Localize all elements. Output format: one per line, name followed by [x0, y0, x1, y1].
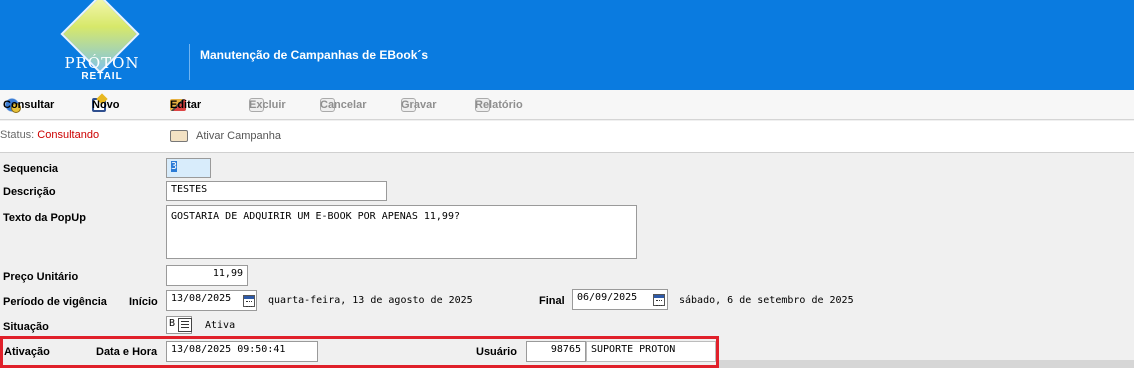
gravar-button[interactable]: Gravar [401, 96, 436, 114]
novo-label: Novo [92, 99, 120, 111]
texto-popup-textarea[interactable]: GOSTARIA DE ADQUIRIR UM E-BOOK POR APENA… [166, 205, 637, 259]
consultar-button[interactable]: Consultar [3, 96, 54, 114]
situacao-description: Ativa [205, 320, 236, 331]
toolbar: Consultar Novo Editar Excluir Cancelar G… [0, 90, 1134, 120]
consultar-label: Consultar [3, 99, 55, 111]
preco-unitario-label: Preço Unitário [3, 271, 79, 283]
novo-button[interactable]: Novo [92, 96, 120, 114]
inicio-label: Início [129, 296, 158, 308]
status-label: Status: [0, 129, 38, 141]
situacao-label: Situação [3, 321, 49, 333]
gravar-label: Gravar [401, 99, 437, 111]
ativar-campanha-button[interactable]: Ativar Campanha [170, 130, 281, 142]
logo-brand-sub-text: RETAIL [81, 71, 123, 82]
editar-label: Editar [170, 99, 202, 111]
periodo-vigencia-label: Período de vigência [3, 296, 107, 308]
page-title: Manutenção de Campanhas de EBook´s [200, 48, 429, 62]
cancelar-label: Cancelar [320, 99, 367, 111]
relatorio-button[interactable]: Relatório [475, 96, 523, 114]
inicio-calendar-icon[interactable] [243, 295, 255, 307]
relatorio-label: Relatório [475, 99, 523, 111]
inicio-date-description: quarta-feira, 13 de agosto de 2025 [268, 295, 473, 306]
activate-campaign-icon [170, 130, 188, 142]
preco-unitario-field[interactable]: 11,99 [166, 265, 248, 286]
logo-brand-text: PRÓTON [64, 54, 140, 72]
status-text: Status: Consultando [0, 129, 99, 141]
highlight-box [0, 336, 719, 368]
status-bar: Status: Consultando Ativar Campanha [0, 121, 1134, 153]
excluir-button[interactable]: Excluir [249, 96, 286, 114]
sequencia-label: Sequencia [3, 163, 59, 175]
final-date-description: sábado, 6 de setembro de 2025 [679, 295, 854, 306]
final-label: Final [539, 295, 565, 307]
proton-retail-logo: PRÓTON RETAIL [56, 0, 166, 86]
header-divider [189, 44, 190, 80]
sequencia-value: 3 [171, 161, 178, 172]
final-calendar-icon[interactable] [653, 294, 665, 306]
cancelar-button[interactable]: Cancelar [320, 96, 366, 114]
ativar-campanha-label: Ativar Campanha [196, 130, 281, 142]
sequencia-field[interactable]: 3 [166, 158, 211, 178]
campaign-form: Sequencia 3 Descrição TESTES Texto da Po… [0, 154, 1134, 368]
bottom-separator [719, 360, 1134, 368]
final-date-value: 06/09/2025 [577, 292, 638, 303]
situacao-lookup-icon[interactable] [178, 318, 192, 332]
editar-button[interactable]: Editar [170, 96, 201, 114]
texto-popup-label: Texto da PopUp [3, 212, 86, 224]
status-value: Consultando [37, 129, 100, 141]
descricao-label: Descrição [3, 186, 56, 198]
app-header: PRÓTON RETAIL Manutenção de Campanhas de… [0, 0, 1134, 90]
excluir-label: Excluir [249, 99, 286, 111]
situacao-code: B [169, 318, 176, 329]
descricao-field[interactable]: TESTES [166, 181, 387, 201]
inicio-date-value: 13/08/2025 [171, 293, 232, 304]
